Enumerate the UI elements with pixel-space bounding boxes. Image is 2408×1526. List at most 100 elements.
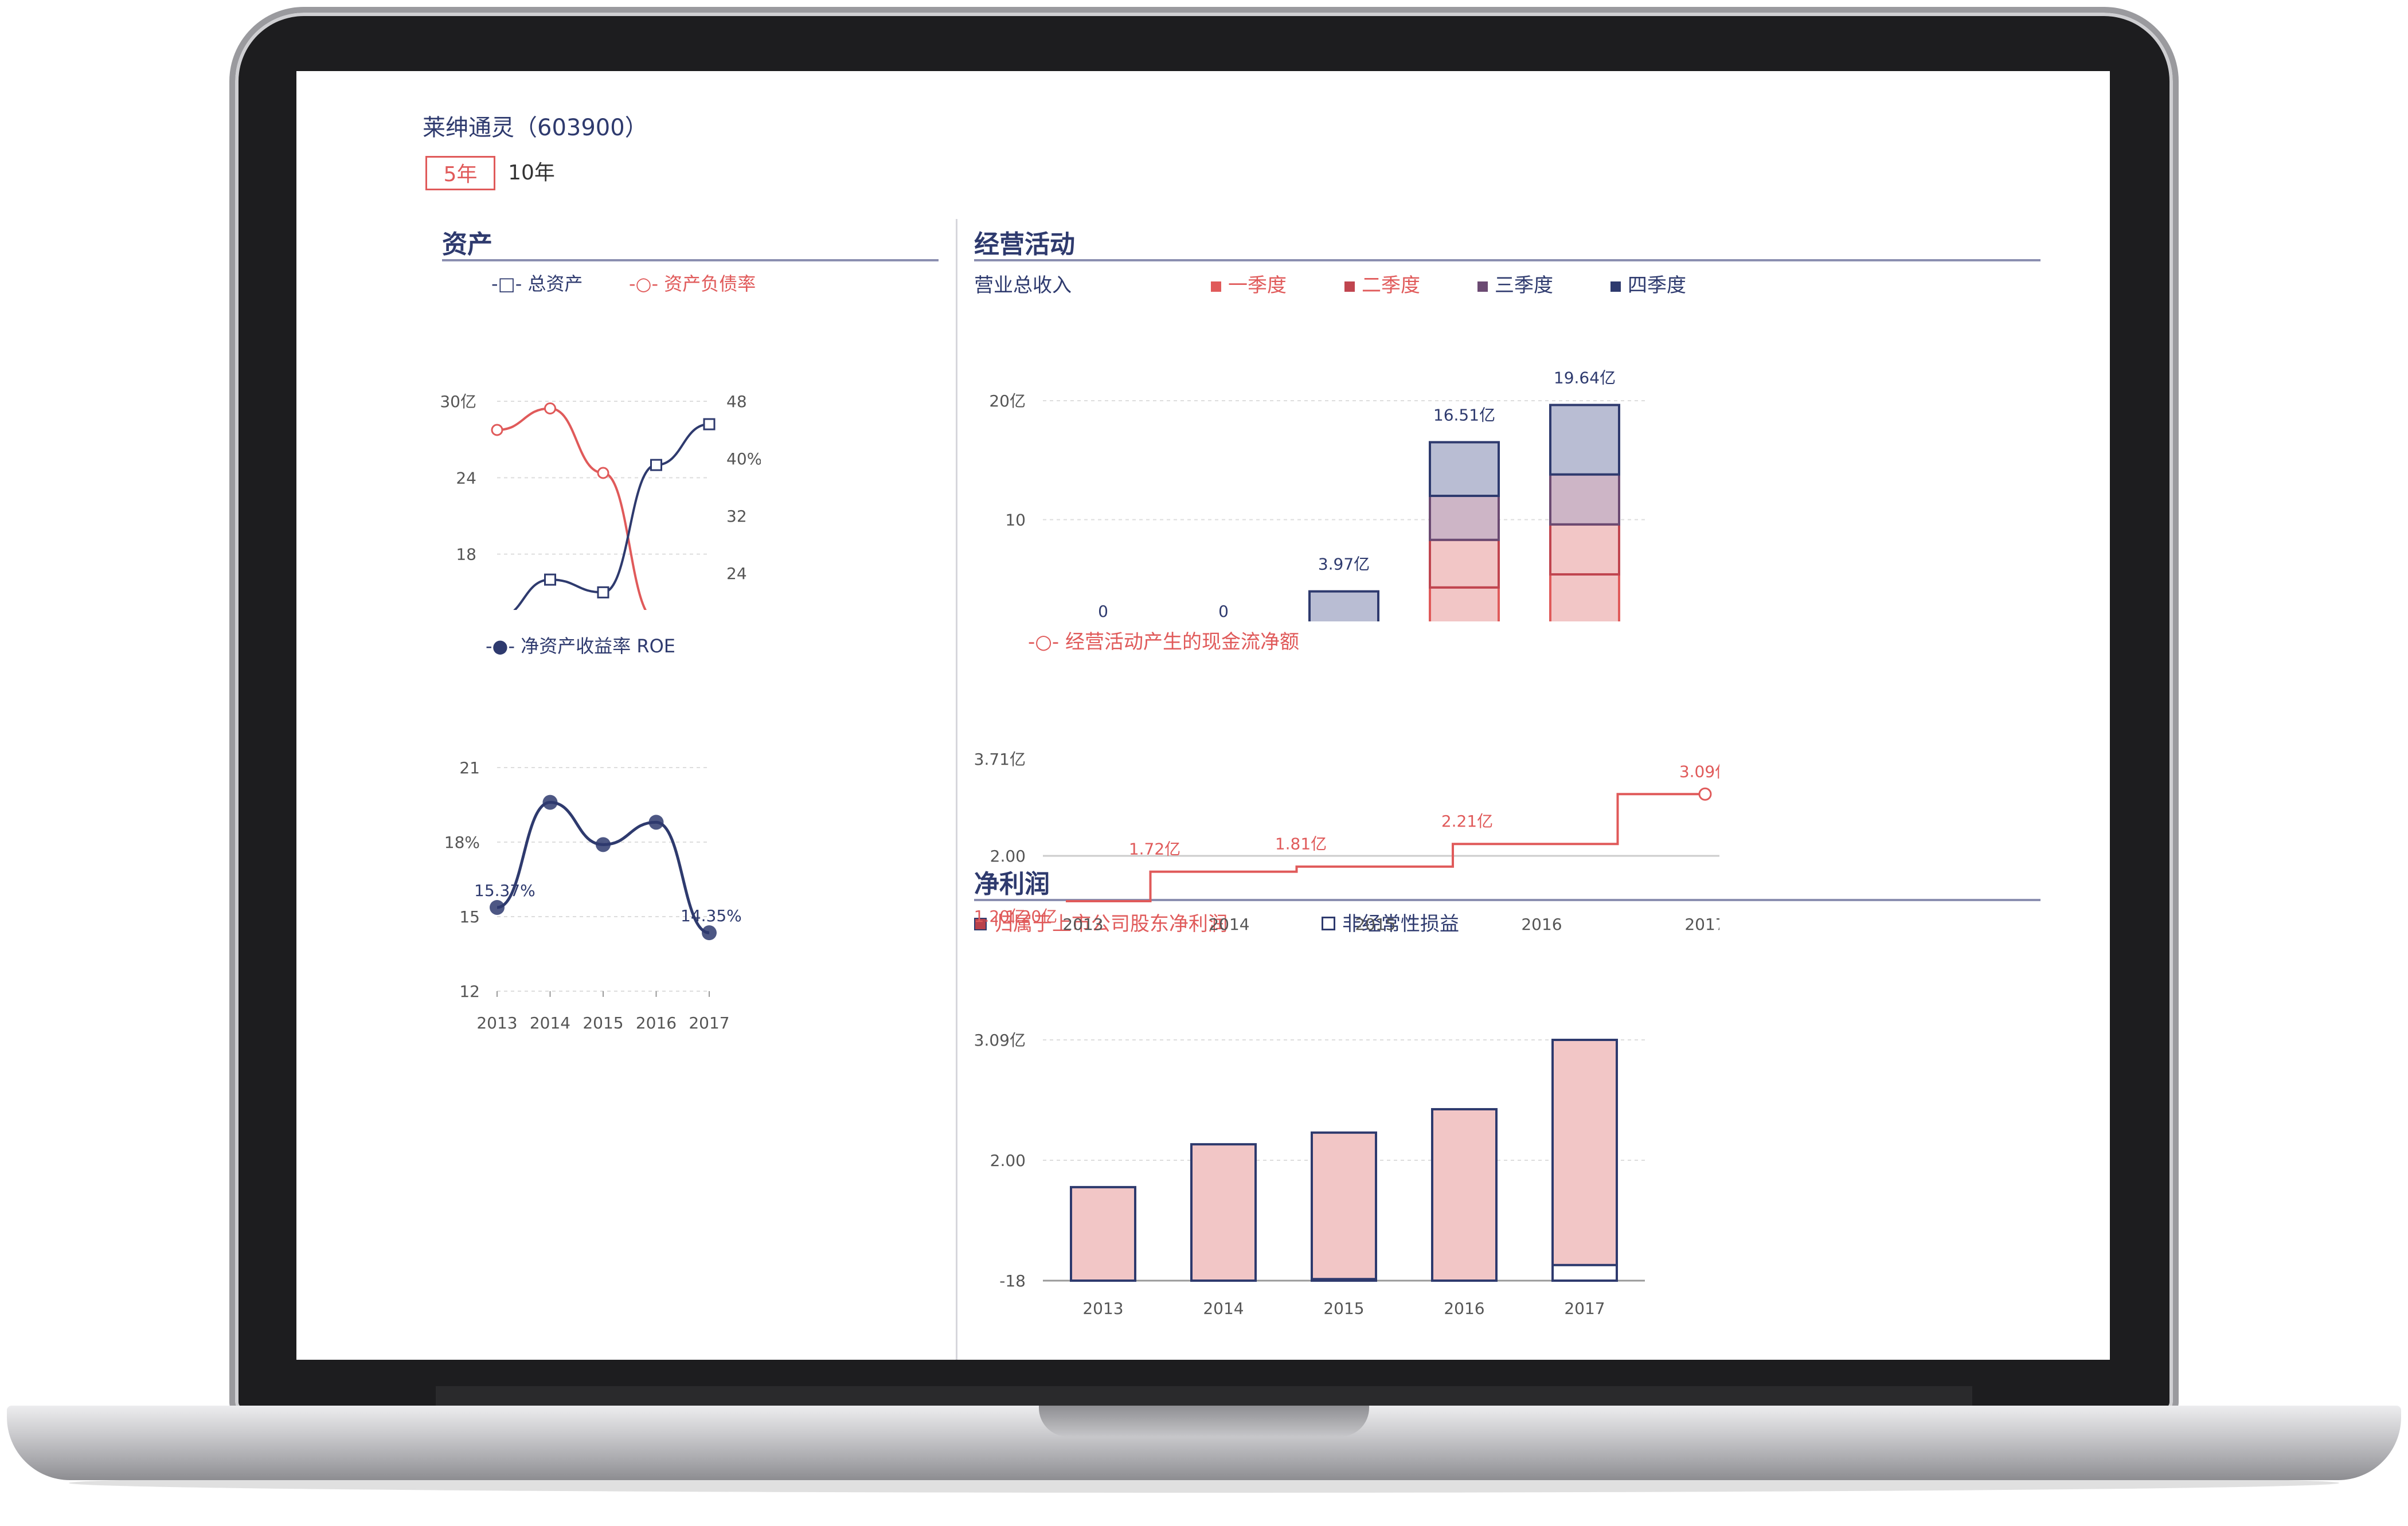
x-tick-label: 2017 xyxy=(689,1014,729,1032)
legend-roe[interactable]: -●- 净资产收益率 ROE xyxy=(486,632,675,658)
bar-net-profit xyxy=(1431,1108,1498,1282)
bar-non-recurring xyxy=(1311,1278,1377,1282)
data-point-debt-ratio xyxy=(544,402,556,414)
x-tick-label: 2017 xyxy=(1564,1299,1605,1318)
data-point-cashflow xyxy=(1698,787,1712,801)
right-tick-label: 24 xyxy=(726,564,747,583)
legend-q3[interactable]: 三季度 xyxy=(1477,269,1553,298)
bar-segment-二季度 xyxy=(1549,523,1620,576)
legend-circle-icon: -○- xyxy=(1028,631,1060,654)
x-tick-label: 2017 xyxy=(1684,915,1719,934)
y-tick-label: 3.09亿 xyxy=(974,1031,1026,1050)
laptop-notch xyxy=(1039,1406,1369,1437)
data-label-cashflow: 2.21亿 xyxy=(1441,812,1493,831)
legend-cashflow[interactable]: -○- 经营活动产生的现金流净额 xyxy=(1028,626,1299,654)
legend-roe-label: 净资产收益率 ROE xyxy=(521,635,676,657)
legend-q1-swatch-icon xyxy=(1211,281,1221,292)
y-tick-label: 3.71亿 xyxy=(974,750,1026,769)
legend-debt-ratio-label: 资产负债率 xyxy=(664,273,756,295)
right-tick-label: 40% xyxy=(726,449,761,468)
data-point-total-assets xyxy=(650,459,662,471)
data-label-cashflow: 1.20亿 xyxy=(1006,907,1057,926)
section-title-operations: 经营活动 xyxy=(974,230,1075,259)
data-point-total-assets xyxy=(597,586,609,598)
bar-total-label: 0 xyxy=(1218,602,1229,621)
legend-dot-icon: -●- xyxy=(486,635,515,657)
legend-total-assets-label: 总资产 xyxy=(527,273,583,295)
bar-segment-一季度 xyxy=(1429,586,1500,621)
x-tick-label: 2015 xyxy=(1323,1299,1364,1318)
column-divider xyxy=(956,219,957,1360)
legend-q4-swatch-icon xyxy=(1610,281,1621,292)
x-tick-label: 2014 xyxy=(1203,1299,1244,1318)
data-point-total-assets xyxy=(544,573,556,586)
bar-total-label: 0 xyxy=(1098,602,1108,621)
data-point-roe xyxy=(702,925,717,941)
app-screen: 莱绅通灵（603900） 5年 10年 资产 经营活动 净利润 -□- 总资产 … xyxy=(296,71,2110,1360)
x-tick-label: 2015 xyxy=(583,1014,623,1032)
bar-net-profit xyxy=(1551,1039,1618,1282)
tab-5-years[interactable]: 5年 xyxy=(425,156,495,190)
legend-square-icon: -□- xyxy=(491,273,522,295)
bar-non-recurring xyxy=(1551,1263,1618,1282)
bar-segment-一季度 xyxy=(1549,573,1620,621)
data-label-cashflow: 1.81亿 xyxy=(1275,835,1327,854)
data-point-roe xyxy=(490,899,505,915)
bar-total-label: 19.64亿 xyxy=(1554,368,1616,387)
y-tick-label: 2.00 xyxy=(990,847,1026,866)
bar-segment-四季度 xyxy=(1429,441,1500,497)
revenue-chart: 20亿100201302014020153.97亿201616.51亿20171… xyxy=(989,368,1645,621)
left-tick-label: 18 xyxy=(456,545,476,564)
legend-cashflow-label: 经营活动产生的现金流净额 xyxy=(1065,631,1300,654)
legend-q2[interactable]: 二季度 xyxy=(1344,269,1420,298)
y-tick-label: 20亿 xyxy=(989,392,1026,410)
y-tick-label: 2.00 xyxy=(990,1151,1026,1170)
section-underline-operations xyxy=(974,259,2040,261)
x-tick-label: 2016 xyxy=(636,1014,677,1032)
bar-net-profit xyxy=(1070,1185,1136,1282)
data-point-total-assets xyxy=(703,418,716,431)
right-tick-label: 48 xyxy=(726,392,747,411)
legend-q3-swatch-icon xyxy=(1477,281,1488,292)
left-tick-label: 30亿 xyxy=(440,392,476,411)
data-label-roe: 14.35% xyxy=(681,906,742,925)
company-title: 莱绅通灵（603900） xyxy=(423,115,648,141)
y-tick-label: -18 xyxy=(999,1271,1026,1290)
left-tick-label: 24 xyxy=(456,468,476,487)
data-point-roe xyxy=(542,795,558,810)
data-point-debt-ratio xyxy=(597,467,609,479)
data-label-cashflow: 3.09亿 xyxy=(1679,762,1719,781)
bar-net-profit xyxy=(1190,1143,1257,1282)
assets-chart: 30亿2418124840%32241620132014201520162017 xyxy=(440,392,761,610)
section-underline-assets xyxy=(442,259,939,261)
bar-segment-四季度 xyxy=(1549,404,1620,476)
legend-total-assets[interactable]: -□- 总资产 xyxy=(491,269,583,296)
legend-q3-label: 三季度 xyxy=(1495,274,1553,297)
legend-q4-label: 四季度 xyxy=(1628,274,1686,297)
cashflow-chart: 3.71亿2.001.20亿201320142015201620171.20亿1… xyxy=(974,750,1719,934)
data-point-roe xyxy=(596,837,611,852)
bar-segment-四季度 xyxy=(1308,590,1379,621)
revenue-label: 营业总收入 xyxy=(974,274,1072,297)
net-profit-chart: 3.09亿 2.00 -18 2013 2014 2015 2016 2017 xyxy=(974,1031,1645,1318)
bar-segment-三季度 xyxy=(1429,495,1500,541)
y-tick-label: 21 xyxy=(459,758,480,777)
legend-q1[interactable]: 一季度 xyxy=(1211,269,1287,298)
legend-debt-ratio[interactable]: -○- 资产负债率 xyxy=(629,269,756,296)
tab-10-years[interactable]: 10年 xyxy=(503,156,560,190)
y-tick-label: 18% xyxy=(444,833,480,852)
section-title-assets: 资产 xyxy=(442,230,492,259)
x-tick-label: 2016 xyxy=(1521,915,1562,934)
x-tick-label: 2015 xyxy=(1355,915,1395,934)
legend-q4[interactable]: 四季度 xyxy=(1610,269,1686,298)
series-line-debt-ratio xyxy=(497,407,647,610)
series-line-roe xyxy=(497,801,710,934)
bar-segment-三季度 xyxy=(1549,473,1620,526)
series-line-total-assets xyxy=(513,423,710,610)
x-tick-label: 2014 xyxy=(530,1014,570,1032)
x-tick-label: 2013 xyxy=(1082,1299,1123,1318)
bar-total-label: 16.51亿 xyxy=(1433,405,1495,424)
bar-segment-二季度 xyxy=(1429,538,1500,589)
data-point-roe xyxy=(648,815,664,830)
x-tick-label: 2016 xyxy=(1444,1299,1484,1318)
